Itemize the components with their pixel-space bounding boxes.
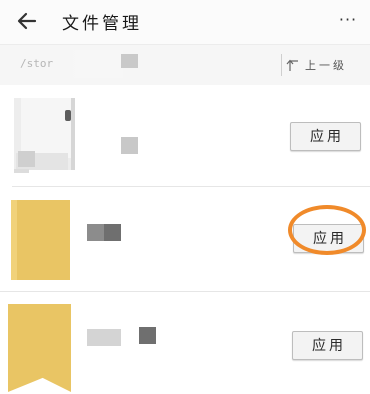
file-list-item[interactable]: 应用	[0, 292, 370, 394]
apply-button[interactable]: 应用	[292, 331, 363, 360]
highlight-circle-annotation	[288, 205, 366, 255]
path-redaction	[63, 50, 123, 78]
file-name-redaction	[87, 224, 104, 241]
parent-directory-label: 上一级	[305, 59, 347, 72]
page-title: 文件管理	[62, 14, 142, 34]
file-name-redaction	[87, 329, 121, 346]
more-options-button[interactable]: ···	[336, 10, 360, 30]
path-divider	[281, 54, 282, 76]
path-bar: /stor 上一级	[0, 44, 370, 86]
arrow-left-icon	[17, 12, 37, 30]
level-up-icon	[286, 59, 298, 71]
current-path: /stor	[20, 57, 54, 70]
file-list-item[interactable]: 应用	[0, 85, 370, 186]
back-button[interactable]	[14, 9, 40, 33]
path-redaction-block	[121, 54, 138, 68]
apply-button[interactable]: 应用	[290, 122, 361, 151]
file-name-redaction	[121, 137, 138, 154]
parent-directory-button[interactable]: 上一级	[286, 55, 347, 75]
more-horizontal-icon: ···	[338, 10, 358, 29]
file-name-redaction	[104, 224, 121, 241]
file-name-redaction	[139, 327, 156, 344]
top-app-bar: 文件管理 ···	[0, 0, 370, 44]
